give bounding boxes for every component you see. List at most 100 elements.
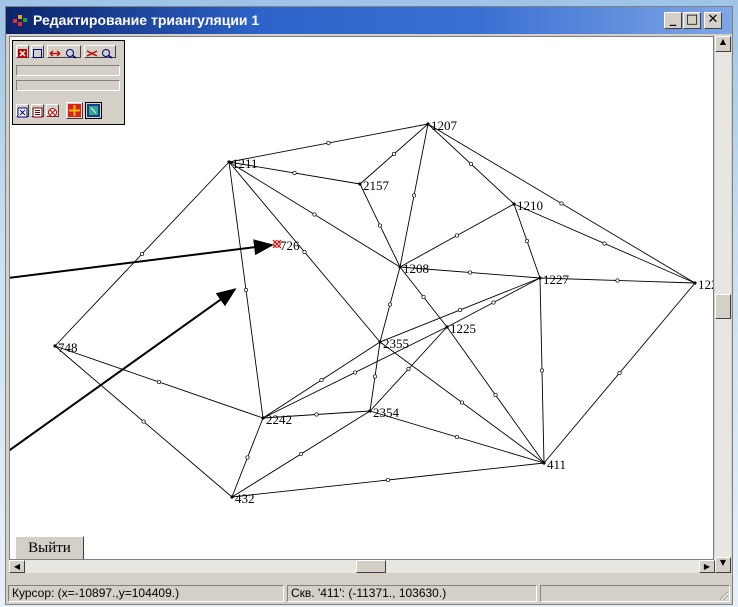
edge-midpoint-marker[interactable] [387, 302, 393, 307]
toolbox-panel [12, 40, 125, 125]
pointer-arrow [10, 288, 237, 452]
edge-midpoint-marker[interactable] [454, 434, 460, 440]
cursor-coordinates: Курсор: (x=-10897.,y=104409.) [8, 585, 284, 602]
exit-button[interactable]: Выйти [15, 536, 84, 559]
well-label: 122 [698, 277, 713, 292]
resize-grip-icon[interactable] [717, 589, 729, 601]
horizontal-scroll-thumb[interactable] [356, 560, 386, 573]
well-label: 411 [547, 457, 566, 472]
pan-zoom-icon[interactable] [47, 45, 81, 59]
export-icon[interactable] [85, 102, 102, 119]
edge-midpoint-marker[interactable] [457, 307, 463, 313]
edge-midpoint-marker[interactable] [391, 151, 397, 157]
edge-midpoint-marker[interactable] [245, 455, 250, 460]
edge-midpoint-marker[interactable] [298, 451, 304, 457]
scroll-right-arrow[interactable]: ▶ [699, 560, 715, 573]
well-label: 432 [235, 491, 255, 506]
pointer-arrow [10, 239, 274, 279]
well-node-marker[interactable] [398, 265, 402, 269]
triangulation-editor-window: Редактирование триангуляции 1 _ □ ✕ 1207… [5, 6, 733, 605]
edge-midpoint-marker[interactable] [421, 294, 426, 300]
well-node-marker[interactable] [358, 182, 362, 186]
edge-midpoint-marker[interactable] [468, 161, 474, 167]
edge-midpoint-marker[interactable] [411, 193, 417, 198]
edge-midpoint-marker[interactable] [292, 170, 297, 176]
edge-midpoint-marker[interactable] [617, 370, 622, 376]
well-label: 2355 [383, 336, 409, 351]
toolbox-field-1 [16, 65, 120, 76]
edge-midpoint-marker[interactable] [302, 249, 307, 255]
well-node-marker[interactable] [378, 340, 382, 344]
selected-well-info: Скв. '411': (-11371., 103630.) [287, 585, 537, 602]
well-label: 726 [280, 238, 300, 253]
well-node-marker[interactable] [426, 122, 430, 126]
scroll-up-arrow[interactable]: ▲ [715, 36, 731, 52]
edge-midpoint-marker[interactable] [139, 251, 145, 257]
edge-midpoint-marker[interactable] [312, 212, 317, 217]
toolbox-field-2 [16, 80, 120, 91]
edge-midpoint-marker[interactable] [319, 377, 324, 383]
well-label: 1208 [403, 261, 429, 276]
edge-midpoint-marker[interactable] [559, 201, 564, 206]
well-node-marker[interactable] [538, 276, 542, 280]
well-label: 1227 [543, 272, 570, 287]
well-label: 1210 [517, 198, 543, 213]
horizontal-scrollbar[interactable]: ◀ ▶ [9, 560, 715, 573]
edge-midpoint-marker[interactable] [372, 374, 378, 379]
edge-midpoint-marker[interactable] [377, 223, 383, 228]
vertical-scrollbar[interactable]: ▲ ▼ [715, 36, 731, 573]
close-icon[interactable] [16, 104, 29, 118]
edge-midpoint-marker[interactable] [326, 140, 331, 146]
well-label: 2157 [363, 178, 390, 193]
minimize-button[interactable]: _ [664, 12, 682, 29]
well-node-marker[interactable] [445, 325, 449, 329]
edge-midpoint-marker[interactable] [454, 233, 460, 238]
well-label: 1211 [232, 156, 258, 171]
status-panel-extra [540, 585, 730, 602]
window-title: Редактирование триангуляции 1 [33, 12, 260, 28]
edge-midpoint-marker[interactable] [539, 368, 545, 373]
edge-midpoint-marker[interactable] [352, 370, 358, 375]
well-label: 2242 [266, 412, 292, 427]
edge-midpoint-marker[interactable] [156, 379, 162, 385]
refresh-icon[interactable] [66, 102, 83, 119]
well-node-marker[interactable] [261, 416, 265, 420]
edge-midpoint-marker[interactable] [141, 419, 146, 424]
well-label: 2354 [373, 405, 400, 420]
close-button[interactable]: ✕ [704, 12, 722, 29]
zoom-out-icon[interactable] [84, 45, 116, 59]
app-icon [13, 15, 27, 26]
edge-midpoint-marker[interactable] [459, 400, 465, 405]
edge-midpoint-marker[interactable] [493, 392, 498, 398]
edge-midpoint-marker[interactable] [524, 238, 530, 244]
well-node-marker[interactable] [53, 344, 57, 348]
edge-midpoint-marker[interactable] [491, 300, 496, 305]
select-rect-icon[interactable] [31, 45, 44, 58]
delete-node-icon[interactable] [16, 45, 29, 58]
title-bar[interactable]: Редактирование триангуляции 1 _ □ ✕ [6, 7, 732, 34]
clear-icon[interactable] [46, 104, 59, 117]
scroll-left-arrow[interactable]: ◀ [9, 560, 25, 573]
list-icon[interactable] [31, 104, 44, 118]
edge-midpoint-marker[interactable] [615, 278, 620, 283]
edge-midpoint-marker[interactable] [406, 366, 411, 372]
edge-midpoint-marker[interactable] [602, 241, 607, 246]
well-node-marker[interactable] [230, 495, 234, 499]
edge-midpoint-marker[interactable] [467, 270, 473, 275]
edge-midpoint-marker[interactable] [243, 287, 249, 293]
triangulation-canvas[interactable]: 1207 1211 2157 1210 726 1208 1227 122 1225 2355 74… [9, 36, 714, 560]
edge-midpoint-marker[interactable] [385, 477, 391, 483]
well-node-marker[interactable] [227, 160, 231, 164]
edge-midpoint-marker[interactable] [314, 412, 319, 417]
well-label: 1225 [450, 321, 476, 336]
well-node-marker[interactable] [368, 409, 372, 413]
well-label: 1207 [431, 118, 458, 133]
scroll-down-arrow[interactable]: ▼ [715, 557, 731, 573]
well-node-marker[interactable] [542, 461, 546, 465]
well-label: 748 [58, 340, 78, 355]
well-node-marker[interactable] [512, 202, 516, 206]
well-node-marker[interactable] [693, 281, 697, 285]
maximize-button[interactable]: □ [683, 12, 701, 29]
vertical-scroll-thumb[interactable] [715, 294, 731, 319]
status-bar: Курсор: (x=-10897.,y=104409.) Скв. '411'… [6, 584, 732, 604]
